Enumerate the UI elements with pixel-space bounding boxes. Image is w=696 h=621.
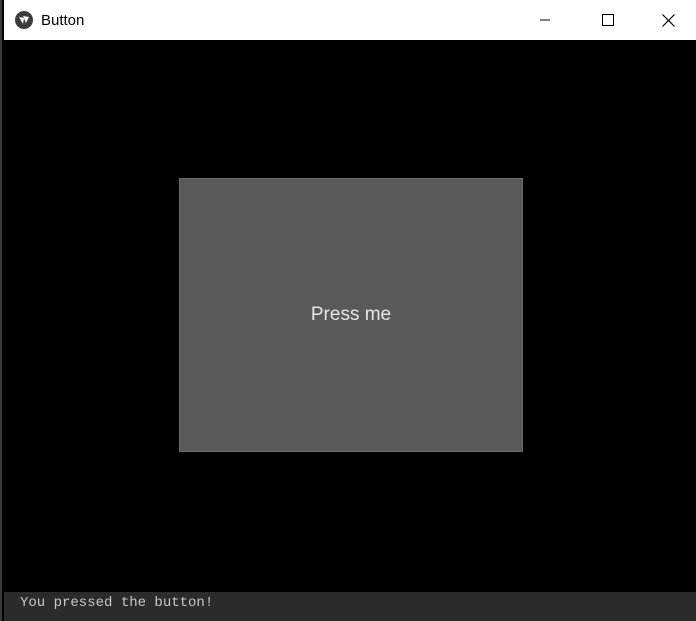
app-canvas: Press me bbox=[4, 40, 696, 592]
window-title: Button bbox=[41, 11, 85, 29]
title-bar[interactable]: Button bbox=[4, 0, 696, 40]
press-me-button[interactable]: Press me bbox=[179, 178, 523, 452]
maximize-icon bbox=[602, 14, 614, 26]
minimize-button[interactable] bbox=[522, 0, 568, 40]
kivy-logo-icon bbox=[15, 11, 33, 29]
app-window: Button Press me You pressed the button! bbox=[0, 0, 696, 621]
press-me-label: Press me bbox=[310, 304, 392, 325]
close-icon bbox=[661, 13, 675, 27]
console-line: You pressed the button! bbox=[20, 595, 214, 611]
close-button[interactable] bbox=[645, 0, 691, 40]
console-output: You pressed the button! bbox=[4, 592, 696, 621]
maximize-button[interactable] bbox=[585, 0, 631, 40]
minimize-icon bbox=[540, 19, 550, 21]
